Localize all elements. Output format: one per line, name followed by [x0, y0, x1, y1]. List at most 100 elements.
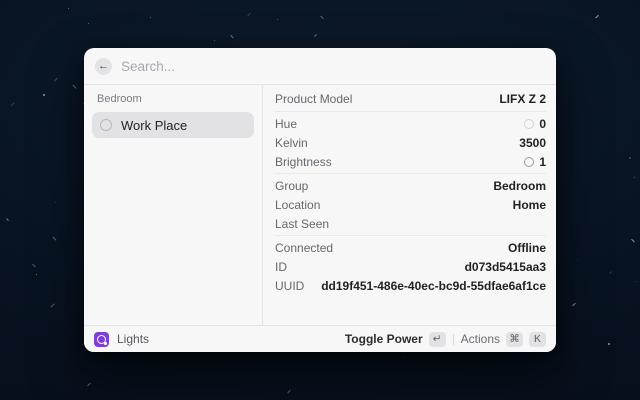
metadata-value: d073d5415aa3 — [465, 260, 546, 274]
metadata-value-text: 1 — [539, 155, 546, 169]
star — [314, 34, 317, 37]
desktop-background: ← Bedroom Work Place Product Model LIFX Z… — [0, 0, 640, 400]
metadata-section: Group Bedroom Location Home Last Seen — [275, 173, 546, 235]
star — [43, 94, 45, 96]
metadata-value: 0 — [524, 117, 546, 131]
star — [287, 390, 291, 394]
device-details-panel: Product Model LIFX Z 2 Hue 0 Kelvin 3500 Brigh… — [263, 85, 556, 325]
footer-actions: Toggle Power ↵ Actions ⌘ K — [345, 332, 546, 347]
device-group-label: Bedroom — [92, 92, 254, 112]
bulb-ring-icon — [100, 119, 112, 131]
metadata-value-text: Home — [513, 198, 546, 212]
star — [636, 281, 637, 282]
star — [321, 16, 325, 20]
metadata-value: LIFX Z 2 — [499, 92, 546, 106]
star — [248, 13, 252, 17]
star — [32, 263, 35, 266]
k-key-icon: K — [529, 332, 546, 347]
metadata-value: dd19f451-486e-40ec-bc9d-55dfae6af1ce — [321, 279, 546, 293]
command-key-icon: ⌘ — [506, 332, 523, 347]
metadata-row: Brightness 1 — [275, 152, 546, 171]
metadata-value: Home — [513, 198, 546, 212]
star — [50, 303, 54, 307]
device-name: Work Place — [121, 118, 187, 133]
star — [88, 23, 89, 24]
metadata-row: Product Model LIFX Z 2 — [275, 88, 546, 109]
metadata-value: Bedroom — [493, 179, 546, 193]
metadata-value-text: dd19f451-486e-40ec-bc9d-55dfae6af1ce — [321, 279, 546, 293]
metadata-label: Hue — [275, 117, 297, 131]
actions-label: Actions — [461, 332, 500, 346]
metadata-row: Location Home — [275, 195, 546, 214]
star — [629, 157, 631, 159]
metadata-value-text: LIFX Z 2 — [499, 92, 546, 106]
device-list-panel: Bedroom Work Place — [84, 85, 262, 325]
launcher-window: ← Bedroom Work Place Product Model LIFX Z… — [84, 48, 556, 352]
footer-bar: Lights Toggle Power ↵ Actions ⌘ K — [84, 325, 556, 352]
back-button[interactable]: ← — [95, 58, 112, 75]
star — [150, 17, 151, 18]
metadata-row: Kelvin 3500 — [275, 133, 546, 152]
metadata-value: Offline — [508, 241, 546, 255]
progress-circle-icon — [524, 157, 534, 167]
toggle-power-label: Toggle Power — [345, 332, 423, 346]
star — [214, 40, 215, 41]
star — [634, 177, 635, 178]
metadata-value-text: 3500 — [519, 136, 546, 150]
metadata-row: Group Bedroom — [275, 176, 546, 195]
metadata-section: Product Model LIFX Z 2 — [275, 86, 546, 111]
metadata-row: UUID dd19f451-486e-40ec-bc9d-55dfae6af1ce — [275, 276, 546, 295]
star — [87, 383, 90, 386]
metadata-label: UUID — [275, 279, 304, 293]
star — [6, 218, 9, 221]
metadata-value: 1 — [524, 155, 546, 169]
star — [55, 78, 58, 81]
metadata-section: Connected Offline ID d073d5415aa3 UUID dd19f4… — [275, 235, 546, 297]
lightbulb-ring-dot — [104, 342, 107, 345]
star — [572, 303, 576, 307]
metadata-value-text: 0 — [539, 117, 546, 131]
metadata-label: Connected — [275, 241, 333, 255]
star — [631, 239, 634, 242]
metadata-label: Brightness — [275, 155, 332, 169]
metadata-row: Connected Offline — [275, 238, 546, 257]
metadata-section: Hue 0 Kelvin 3500 Brightness 1 — [275, 111, 546, 173]
metadata-label: ID — [275, 260, 287, 274]
lifx-lights-icon — [94, 332, 109, 347]
star — [68, 8, 69, 9]
star — [72, 84, 76, 88]
star — [609, 271, 612, 274]
metadata-label: Product Model — [275, 92, 352, 106]
metadata-value-text: Offline — [508, 241, 546, 255]
star — [36, 274, 37, 275]
actions-menu-button[interactable]: Actions ⌘ K — [461, 332, 546, 347]
metadata-row: ID d073d5415aa3 — [275, 257, 546, 276]
star — [608, 343, 610, 345]
metadata-label: Location — [275, 198, 320, 212]
enter-key-icon: ↵ — [429, 332, 446, 347]
star — [403, 357, 404, 358]
toggle-power-button[interactable]: Toggle Power ↵ — [345, 332, 446, 347]
device-list-item[interactable]: Work Place — [92, 112, 254, 138]
star — [230, 35, 233, 38]
content-area: Bedroom Work Place Product Model LIFX Z 2… — [84, 85, 556, 325]
star — [595, 15, 599, 19]
star — [10, 103, 14, 107]
metadata-row: Last Seen — [275, 214, 546, 233]
star — [577, 260, 578, 261]
metadata-label: Last Seen — [275, 217, 329, 231]
progress-circle-icon — [524, 119, 534, 129]
star — [55, 202, 56, 203]
metadata-value-text: Bedroom — [493, 179, 546, 193]
search-input[interactable] — [121, 59, 545, 74]
metadata-value-text: d073d5415aa3 — [465, 260, 546, 274]
metadata-value: 3500 — [519, 136, 546, 150]
star — [52, 237, 56, 241]
search-bar: ← — [84, 48, 556, 84]
metadata-row: Hue 0 — [275, 114, 546, 133]
footer-separator — [453, 334, 454, 345]
metadata-label: Kelvin — [275, 136, 308, 150]
back-arrow-icon: ← — [98, 61, 109, 72]
star — [277, 19, 278, 20]
metadata-label: Group — [275, 179, 308, 193]
